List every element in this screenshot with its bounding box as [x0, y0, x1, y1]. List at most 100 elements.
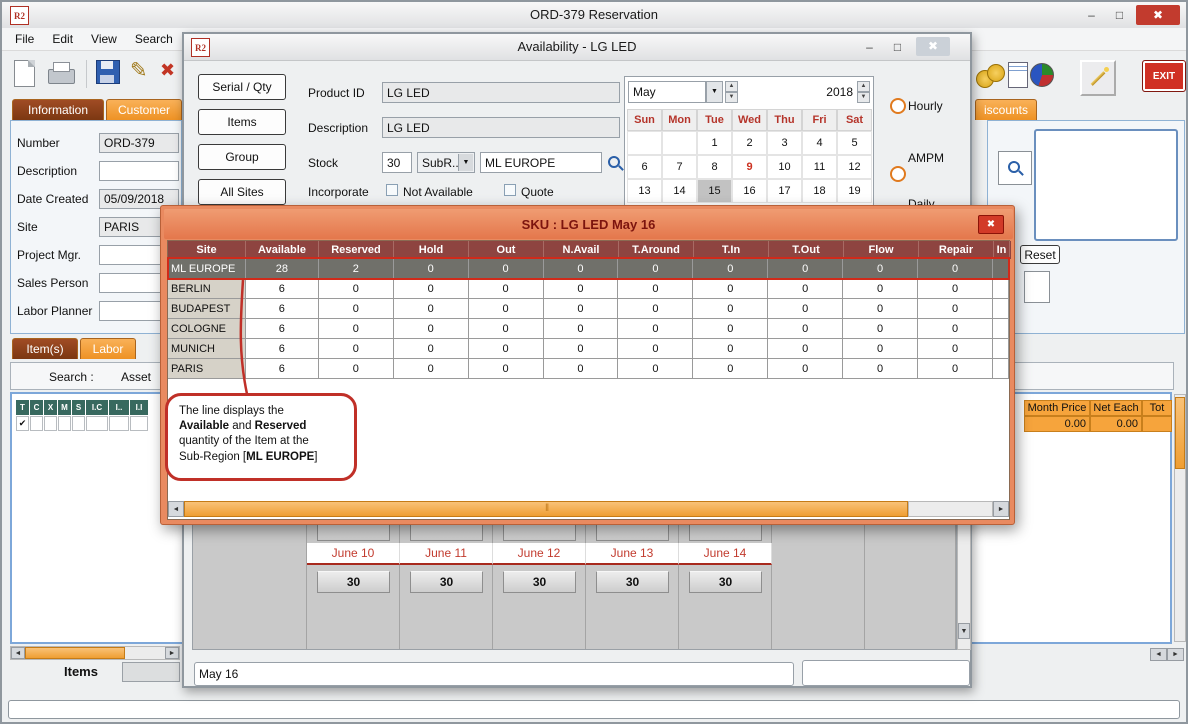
calendar-day[interactable]: 8 — [697, 155, 732, 179]
description-field[interactable] — [99, 161, 179, 181]
table-row[interactable]: BUDAPEST 6 0 0 0 0 0 0 0 0 0 — [168, 299, 1009, 319]
row-checkbox[interactable] — [44, 416, 57, 431]
edit-button[interactable]: ✎ — [130, 58, 148, 83]
date-column-header[interactable]: June 14 — [679, 543, 772, 565]
date-column-header[interactable]: June 11 — [400, 543, 493, 565]
subregion-search-button[interactable] — [605, 153, 625, 173]
subregion-field[interactable]: ML EUROPE — [480, 152, 602, 173]
calendar-day[interactable]: 10 — [767, 155, 802, 179]
calendar-day[interactable]: 18 — [802, 179, 837, 203]
close-icon[interactable]: ✖ — [978, 215, 1004, 234]
product-id-field[interactable]: LG LED — [382, 82, 620, 103]
availability-footer-box[interactable] — [802, 660, 970, 686]
scroll-left-icon[interactable]: ◄ — [1150, 648, 1167, 661]
calendar-day[interactable] — [662, 131, 697, 155]
maximize-icon[interactable]: □ — [1106, 5, 1133, 25]
close-icon[interactable]: ✖ — [1136, 5, 1180, 25]
spin-down-icon[interactable]: ▼ — [725, 92, 738, 103]
calendar-day[interactable]: 1 — [697, 131, 732, 155]
month-select[interactable]: May — [628, 81, 706, 103]
maximize-icon[interactable]: □ — [884, 37, 911, 57]
calendar-day[interactable]: 19 — [837, 179, 872, 203]
minimize-icon[interactable]: – — [1078, 5, 1105, 25]
scrollbar-thumb[interactable] — [25, 647, 125, 659]
calendar-day[interactable]: 16 — [732, 179, 767, 203]
spin-up-icon[interactable]: ▲ — [725, 81, 738, 92]
row-checkbox[interactable] — [130, 416, 148, 431]
customer-search-button[interactable] — [998, 151, 1032, 185]
calendar-day[interactable]: 17 — [767, 179, 802, 203]
corner-scroll[interactable]: ◄ ► — [1150, 648, 1184, 661]
scroll-left-icon[interactable]: ◄ — [168, 501, 184, 517]
date-column-header[interactable]: June 13 — [586, 543, 679, 565]
availability-cell-button[interactable]: 30 — [503, 571, 576, 593]
availability-cell-button[interactable]: 30 — [317, 571, 390, 593]
menu-search[interactable]: Search — [126, 28, 182, 50]
table-row-selected[interactable]: ML EUROPE 28 2 0 0 0 0 0 0 0 0 — [168, 259, 1009, 279]
table-row[interactable]: MUNICH 6 0 0 0 0 0 0 0 0 0 — [168, 339, 1009, 359]
menu-edit[interactable]: Edit — [43, 28, 82, 50]
calendar-day[interactable]: 2 — [732, 131, 767, 155]
group-button[interactable]: Group — [198, 144, 286, 170]
availability-cell-button[interactable]: 30 — [689, 571, 762, 593]
year-spinner[interactable]: ▲ ▼ — [857, 81, 870, 103]
spin-down-icon[interactable]: ▼ — [857, 92, 870, 103]
serial-qty-button[interactable]: Serial / Qty — [198, 74, 286, 100]
scroll-down-icon[interactable]: ▼ — [958, 623, 970, 639]
calendar-day-today[interactable]: 9 — [732, 155, 767, 179]
scroll-right-icon[interactable]: ► — [993, 501, 1009, 517]
av-description-field[interactable]: LG LED — [382, 117, 620, 138]
minimize-icon[interactable]: – — [856, 37, 883, 57]
stock-field[interactable]: 30 — [382, 152, 412, 173]
tab-labor[interactable]: Labor — [80, 338, 136, 359]
new-document-button[interactable] — [14, 60, 35, 87]
tab-discounts[interactable]: iscounts — [975, 99, 1037, 120]
row-checkbox[interactable]: ✔ — [16, 416, 29, 431]
items-hscrollbar[interactable]: ◄ ► — [10, 646, 180, 660]
close-icon[interactable]: ✖ — [916, 37, 950, 56]
items-button[interactable]: Items — [198, 109, 286, 135]
chevron-down-icon[interactable]: ▼ — [458, 154, 473, 171]
calendar-day[interactable]: 4 — [802, 131, 837, 155]
wand-button[interactable] — [1080, 60, 1116, 96]
vertical-scrollbar[interactable] — [1174, 394, 1186, 642]
delete-button[interactable]: ✖ — [160, 60, 175, 81]
tab-items[interactable]: Item(s) — [12, 338, 78, 359]
month-spinner[interactable]: ▲ ▼ — [725, 81, 738, 103]
report-button[interactable] — [1008, 62, 1028, 88]
calendar-day[interactable]: 14 — [662, 179, 697, 203]
table-row[interactable]: BERLIN 6 0 0 0 0 0 0 0 0 0 — [168, 279, 1009, 299]
date-column-header[interactable]: June 12 — [493, 543, 586, 565]
not-available-checkbox[interactable] — [386, 184, 398, 196]
scroll-left-icon[interactable]: ◄ — [11, 647, 25, 659]
schedule-vscrollbar[interactable]: ▼ — [957, 504, 971, 650]
menu-file[interactable]: File — [6, 28, 43, 50]
quote-checkbox[interactable] — [504, 184, 516, 196]
search-type-value[interactable]: Asset — [121, 370, 151, 384]
subregion-dropdown[interactable]: SubR... ▼ — [417, 152, 475, 173]
spin-up-icon[interactable]: ▲ — [857, 81, 870, 92]
calendar-day[interactable]: 12 — [837, 155, 872, 179]
scrollbar-track[interactable] — [908, 501, 993, 517]
row-checkbox[interactable] — [30, 416, 43, 431]
month-dropdown-icon[interactable]: ▼ — [706, 81, 723, 103]
row-checkbox[interactable] — [109, 416, 129, 431]
calendar-day[interactable]: 5 — [837, 131, 872, 155]
scrollbar-thumb[interactable]: ‖ — [184, 501, 908, 517]
menu-view[interactable]: View — [82, 28, 126, 50]
hourly-radio[interactable] — [890, 98, 906, 114]
availability-cell-button[interactable]: 30 — [410, 571, 483, 593]
ampm-radio[interactable] — [890, 166, 906, 182]
scroll-right-icon[interactable]: ► — [1167, 648, 1184, 661]
scroll-right-icon[interactable]: ► — [165, 647, 179, 659]
reset-button[interactable]: Reset — [1020, 245, 1060, 264]
table-row[interactable]: COLOGNE 6 0 0 0 0 0 0 0 0 0 — [168, 319, 1009, 339]
number-field[interactable]: ORD-379 — [99, 133, 179, 153]
calendar-day[interactable]: 6 — [627, 155, 662, 179]
save-button[interactable] — [96, 60, 120, 84]
availability-footer-field[interactable]: May 16 — [194, 662, 794, 686]
print-button[interactable] — [48, 58, 75, 84]
calendar-day-selected[interactable]: 15 — [697, 179, 732, 203]
row-checkbox[interactable] — [58, 416, 71, 431]
tab-customer[interactable]: Customer — [106, 99, 182, 120]
